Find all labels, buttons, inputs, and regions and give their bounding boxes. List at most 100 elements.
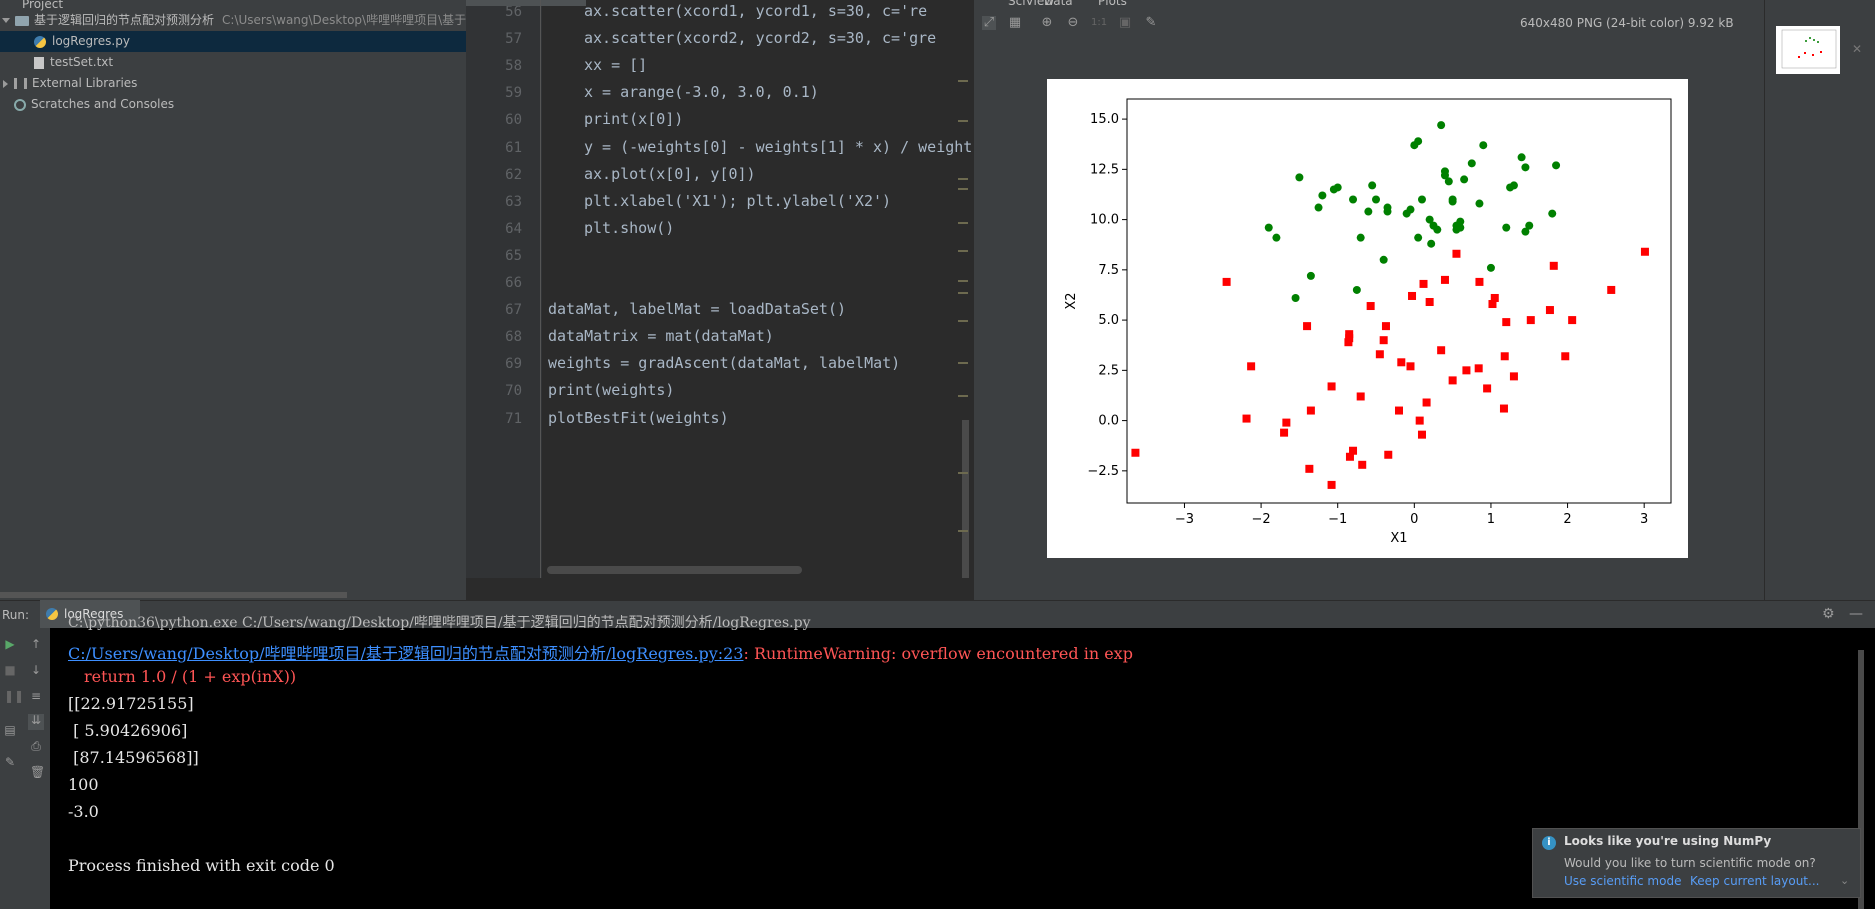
code-line[interactable]: plotBestFit(weights)	[548, 409, 729, 427]
actual-size-icon[interactable]: 1:1	[1091, 16, 1107, 30]
code-line[interactable]: dataMatrix = mat(dataMat)	[548, 327, 774, 345]
x-tick-label: 0	[1410, 512, 1418, 527]
rerun-icon[interactable]: ▶	[4, 638, 16, 650]
settings-gear-icon[interactable]: ⚙	[1822, 606, 1835, 622]
code-line[interactable]: dataMat, labelMat = loadDataSet()	[548, 300, 846, 318]
green-circle-point	[1349, 195, 1358, 204]
green-circle-point	[1383, 207, 1392, 216]
error-stripe-mark[interactable]	[958, 472, 968, 474]
red-square-point	[1437, 346, 1446, 355]
code-line[interactable]: y = (-weights[0] - weights[1] * x) / wei…	[584, 138, 972, 156]
green-circle-point	[1368, 181, 1377, 190]
red-square-point	[1549, 261, 1558, 270]
line-number: 59	[505, 85, 522, 102]
green-circle-point	[1356, 233, 1365, 242]
scroll-to-end-icon[interactable]: ⇊	[28, 714, 44, 730]
plot-thumbnail[interactable]	[1776, 26, 1840, 74]
error-stripe-mark[interactable]	[958, 120, 968, 122]
close-thumbnail-icon[interactable]: ✕	[1852, 42, 1862, 56]
trash-icon[interactable]: 🗑	[30, 766, 45, 778]
color-picker-icon[interactable]: ✎	[1144, 16, 1158, 30]
error-stripe-mark[interactable]	[958, 530, 968, 532]
thumbnail-dot	[1817, 41, 1819, 43]
code-line[interactable]: plt.xlabel('X1'); plt.ylabel('X2')	[584, 192, 891, 210]
code-line[interactable]: ax.scatter(xcord1, ycord1, s=30, c='re	[584, 2, 927, 20]
green-circle-point	[1314, 203, 1323, 212]
pause-icon[interactable]: ❚❚	[4, 690, 24, 702]
error-stripe-mark[interactable]	[958, 178, 968, 180]
green-circle-point	[1379, 255, 1388, 264]
green-circle-point	[1552, 161, 1561, 170]
red-square-point	[1397, 358, 1406, 367]
line-number: 62	[505, 166, 522, 183]
green-circle-point	[1521, 163, 1530, 172]
fit-zoom-icon[interactable]: ⤢	[982, 16, 996, 30]
fit-window-icon[interactable]: ▣	[1118, 16, 1132, 30]
green-circle-point	[1486, 263, 1495, 272]
stop-icon[interactable]: ■	[4, 664, 16, 676]
console-output-line: [ 5.90426906]	[68, 721, 188, 740]
editor-tab-logregres[interactable]	[466, 0, 586, 6]
keep-current-layout-link[interactable]: Keep current layout...	[1690, 874, 1819, 888]
code-line[interactable]: x = arange(-3.0, 3.0, 0.1)	[584, 83, 819, 101]
error-stripe-mark[interactable]	[958, 395, 968, 397]
red-square-point	[1303, 322, 1312, 331]
tree-file-testset[interactable]: testSet.txt	[0, 52, 113, 73]
code-line[interactable]: print(weights)	[548, 381, 674, 399]
x-tick-label: −1	[1328, 512, 1347, 527]
code-editor[interactable]: 56 ax.scatter(xcord1, ycord1, s=30, c='re…	[466, 0, 974, 578]
use-scientific-mode-link[interactable]: Use scientific mode	[1564, 874, 1681, 888]
error-stripe-mark[interactable]	[958, 188, 968, 190]
zoom-in-icon[interactable]: ⊕	[1040, 16, 1054, 30]
red-square-point	[1306, 406, 1315, 415]
pin-icon[interactable]: ✎	[4, 756, 16, 768]
code-line[interactable]: ax.plot(x[0], y[0])	[584, 165, 756, 183]
console-exit-line: Process finished with exit code 0	[68, 856, 335, 875]
code-line[interactable]: xx = []	[584, 56, 647, 74]
project-root-row[interactable]: 基于逻辑回归的节点配对预测分析 C:\Users\wang\Desktop\哔哩哔…	[0, 10, 466, 31]
print-icon[interactable]: ⎙	[30, 740, 42, 752]
tree-file-logregres[interactable]: logRegres.py	[0, 31, 466, 52]
error-stripe-mark[interactable]	[958, 222, 968, 224]
tree-external-libraries[interactable]: External Libraries	[0, 73, 137, 94]
x-tick-label: 3	[1640, 512, 1648, 527]
line-number: 65	[505, 247, 522, 264]
tab-plots[interactable]: Plots	[1098, 0, 1127, 8]
code-line[interactable]: plt.show()	[584, 219, 674, 237]
error-stripe-mark[interactable]	[958, 292, 968, 294]
green-circle-point	[1406, 205, 1415, 214]
line-number: 70	[505, 383, 522, 400]
error-stripe-mark[interactable]	[958, 250, 968, 252]
up-arrow-icon[interactable]: ↑	[30, 638, 42, 650]
error-stripe-mark[interactable]	[958, 80, 968, 82]
line-number: 57	[505, 31, 522, 48]
minimize-icon[interactable]: —	[1849, 606, 1863, 622]
layout-icon[interactable]: ▤	[4, 724, 16, 736]
error-stripe-mark[interactable]	[958, 320, 968, 322]
tab-data[interactable]: Data	[1044, 0, 1073, 8]
expand-arrow-icon[interactable]	[2, 18, 10, 23]
code-line[interactable]: ax.scatter(xcord2, ycord2, s=30, c='gre	[584, 29, 936, 47]
red-square-point	[1408, 291, 1417, 300]
red-square-point	[1425, 298, 1434, 307]
code-line[interactable]: weights = gradAscent(dataMat, labelMat)	[548, 354, 900, 372]
error-stripe-mark[interactable]	[958, 362, 968, 364]
tree-scratches[interactable]: Scratches and Consoles	[0, 94, 174, 115]
editor-horizontal-scrollbar[interactable]	[547, 566, 802, 574]
grid-icon[interactable]: ▦	[1008, 16, 1022, 30]
red-square-point	[1415, 416, 1424, 425]
soft-wrap-icon[interactable]: ≡	[30, 690, 42, 702]
project-horizontal-scrollbar[interactable]	[0, 592, 347, 598]
green-circle-point	[1352, 285, 1361, 294]
code-line[interactable]: print(x[0])	[584, 110, 683, 128]
console-error-line: return 1.0 / (1 + exp(inX))	[84, 667, 297, 686]
green-circle-point	[1264, 223, 1273, 232]
error-stripe-mark[interactable]	[958, 280, 968, 282]
zoom-out-icon[interactable]: ⊖	[1066, 16, 1080, 30]
down-arrow-icon[interactable]: ↓	[30, 664, 42, 676]
warning-file-link[interactable]: C:/Users/wang/Desktop/哔哩哔哩项目/基于逻辑回归的节点配对…	[68, 644, 744, 663]
editor-vertical-scrollbar[interactable]	[962, 420, 969, 578]
red-square-point	[1358, 460, 1367, 469]
expand-arrow-icon[interactable]	[3, 79, 8, 88]
chevron-down-icon[interactable]: ⌄	[1840, 874, 1849, 887]
